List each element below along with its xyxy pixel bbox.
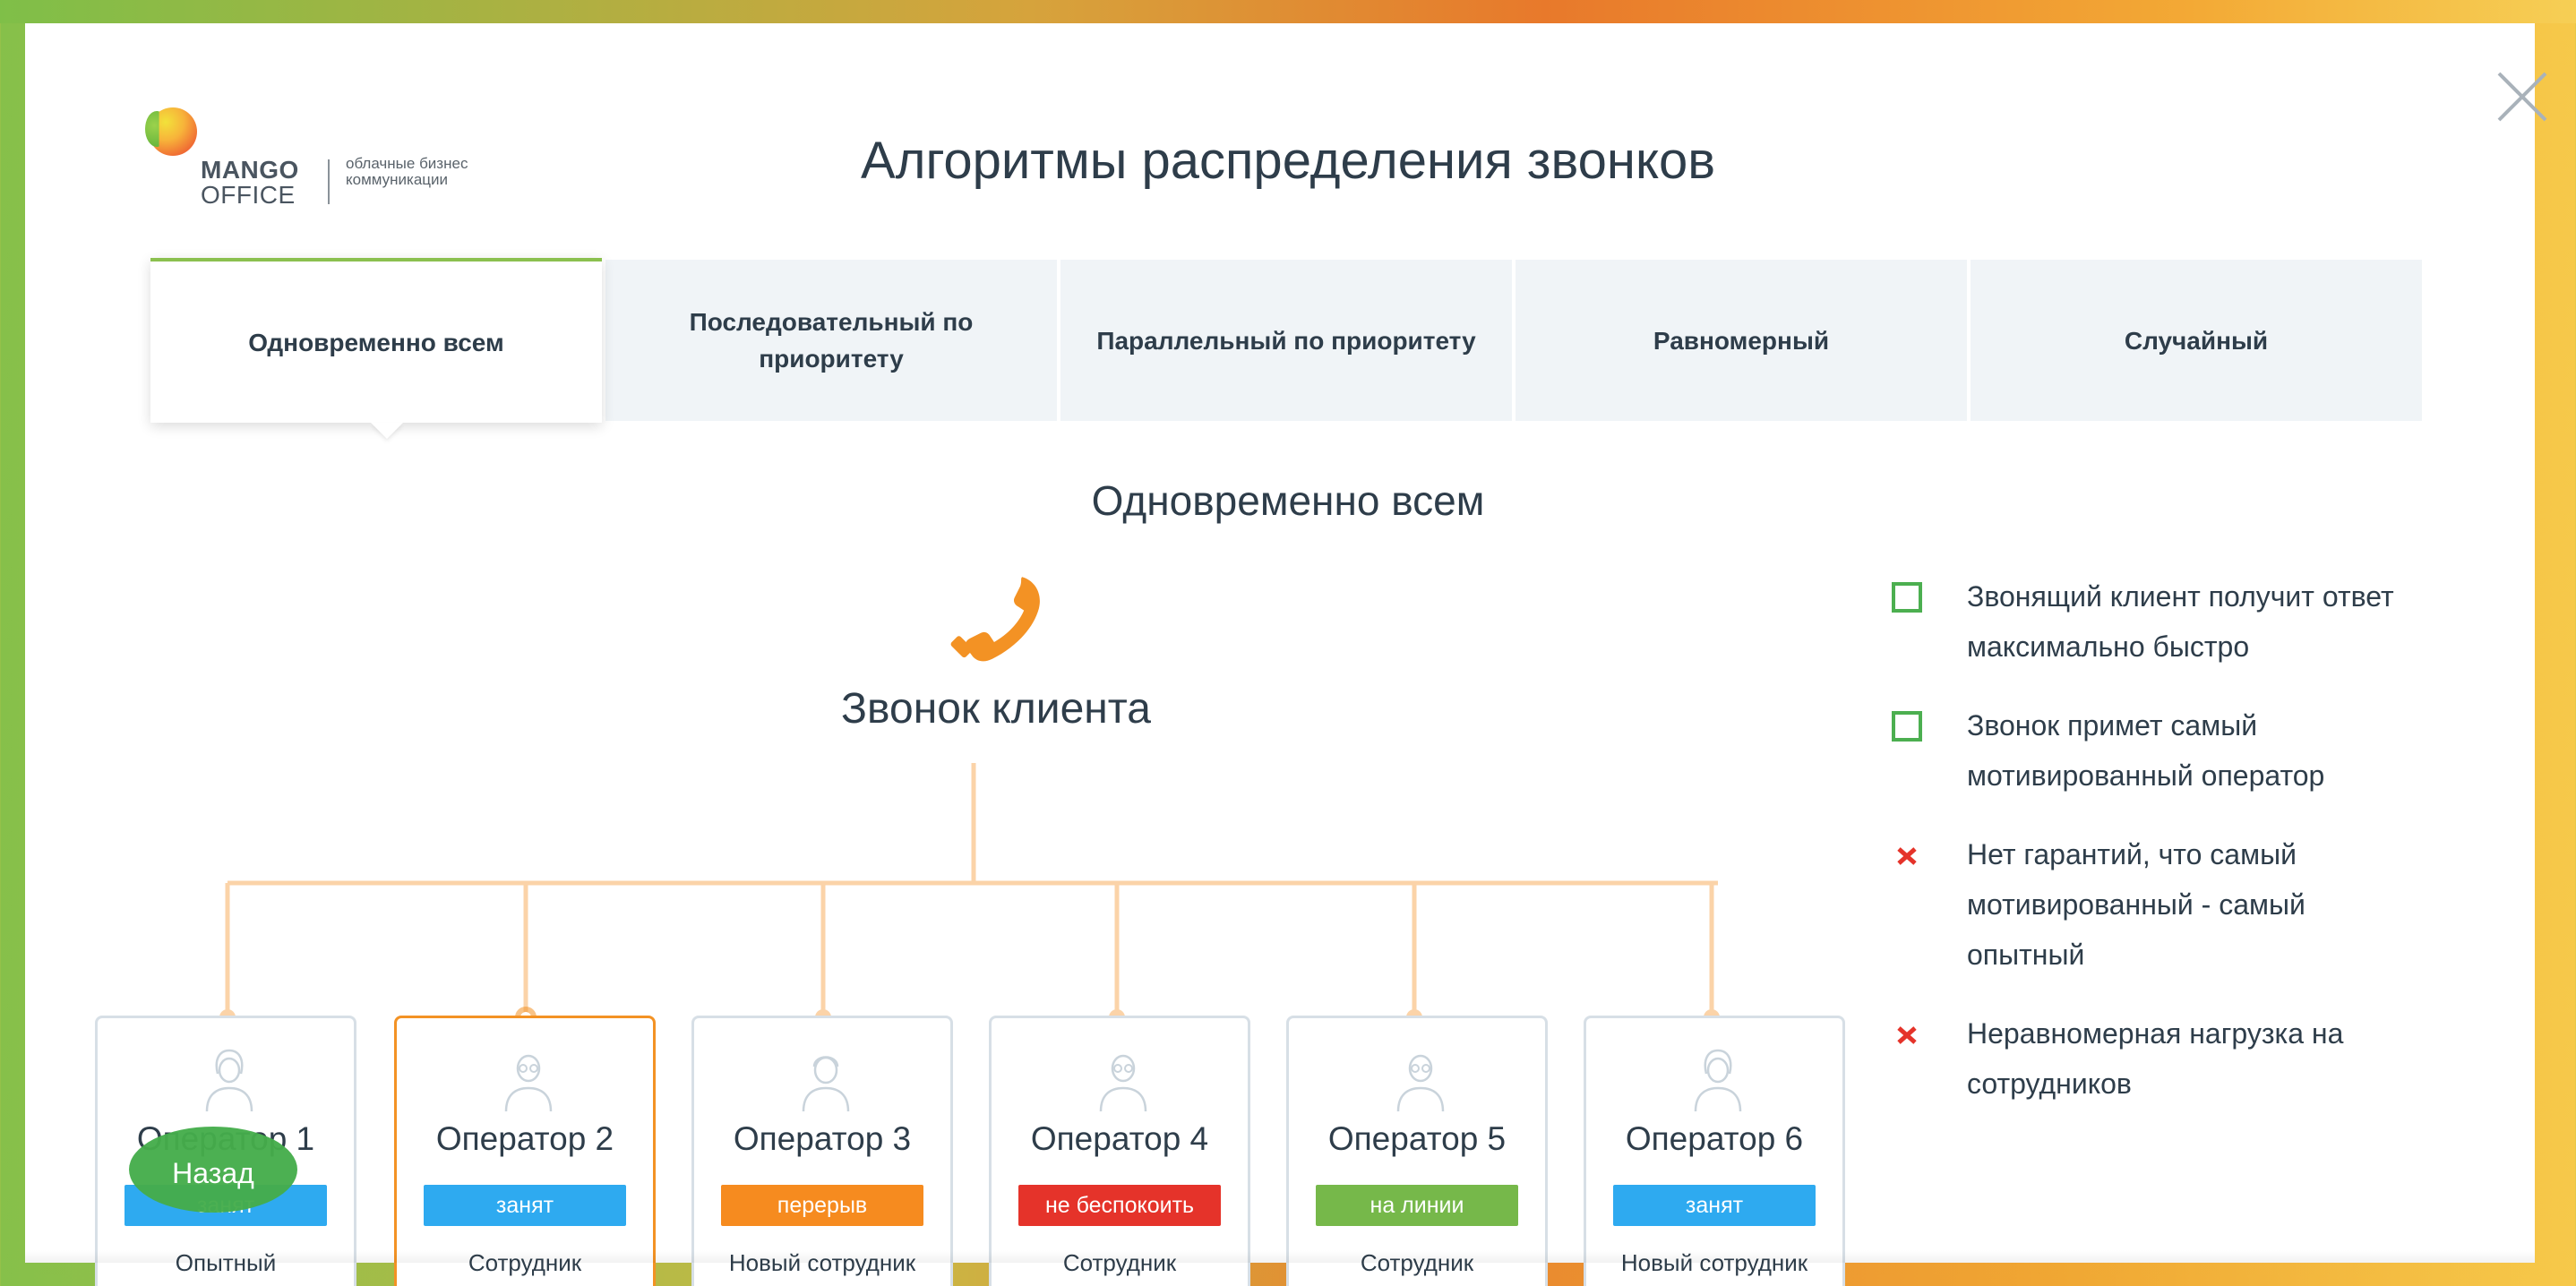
- background-frame: [0, 0, 2576, 23]
- operator-card-4[interactable]: Оператор 4 не беспокоить Сотрудник: [989, 1016, 1250, 1286]
- section-title: Одновременно всем: [1091, 477, 1485, 524]
- status-badge: перерыв: [721, 1185, 923, 1226]
- status-badge: на линии: [1316, 1185, 1518, 1226]
- tab-simultaneous[interactable]: Одновременно всем: [150, 258, 602, 423]
- feature-text: Звонящий клиент получит ответ максимальн…: [1967, 580, 2394, 663]
- cross-icon: [1897, 1026, 1917, 1044]
- male-operator-glasses-icon: [1099, 1054, 1147, 1112]
- algorithms-modal: MANGO OFFICE облачные бизнес коммуникаци…: [25, 23, 2547, 1286]
- client-call-label: Звонок клиента: [841, 685, 1151, 733]
- male-operator-icon: [802, 1056, 850, 1112]
- modal-bottom-shadow: [25, 1250, 2535, 1263]
- status-badge: занят: [1613, 1185, 1816, 1226]
- checkbox-icon: [1892, 711, 1922, 742]
- operator-name: Оператор 3: [733, 1120, 912, 1157]
- female-operator-icon: [1694, 1049, 1742, 1112]
- operator-card-5[interactable]: Оператор 5 на линии Сотрудник: [1286, 1016, 1548, 1286]
- operator-card-6[interactable]: Оператор 6 занят Новый сотрудник: [1584, 1016, 1845, 1286]
- back-button[interactable]: Назад: [129, 1127, 297, 1213]
- operator-name: Оператор 2: [435, 1120, 614, 1157]
- checkbox-icon: [1892, 582, 1922, 613]
- male-operator-glasses-icon: [1396, 1054, 1445, 1112]
- feature-item-con: Нет гарантий, что самый мотивированный -…: [1892, 829, 2429, 980]
- tab-uniform[interactable]: Равномерный: [1516, 260, 1967, 421]
- status-badge: не беспокоить: [1018, 1185, 1221, 1226]
- features-list: Звонящий клиент получит ответ максимальн…: [1892, 571, 2429, 1137]
- cross-icon: [1897, 847, 1917, 865]
- feature-text: Нет гарантий, что самый мотивированный -…: [1967, 838, 2306, 971]
- feature-item-pro: Звонок примет самый мотивированный опера…: [1892, 700, 2429, 801]
- tab-random[interactable]: Случайный: [1971, 260, 2422, 421]
- algorithm-tabs: Одновременно всем Последовательный по пр…: [150, 258, 2422, 423]
- status-badge: занят: [424, 1185, 626, 1226]
- close-icon[interactable]: [2495, 70, 2549, 124]
- feature-item-con: Неравномерная нагрузка на сотрудников: [1892, 1008, 2429, 1109]
- operator-name: Оператор 5: [1327, 1120, 1507, 1157]
- page-title: Алгоритмы распределения звонков: [860, 132, 1716, 190]
- operator-name: Оператор 6: [1625, 1120, 1804, 1157]
- operator-card-3[interactable]: Оператор 3 перерыв Новый сотрудник: [691, 1016, 953, 1286]
- feature-item-pro: Звонящий клиент получит ответ максимальн…: [1892, 571, 2429, 672]
- call-distribution-lines: [219, 763, 1720, 1026]
- operator-card-2[interactable]: Оператор 2 занят Сотрудник: [394, 1016, 656, 1286]
- male-operator-glasses-icon: [504, 1054, 553, 1112]
- tab-parallel-priority[interactable]: Параллельный по приоритету: [1060, 260, 1512, 421]
- operator-name: Оператор 4: [1030, 1120, 1209, 1157]
- feature-text: Неравномерная нагрузка на сотрудников: [1967, 1017, 2344, 1100]
- feature-text: Звонок примет самый мотивированный опера…: [1967, 709, 2325, 792]
- female-operator-icon: [205, 1049, 253, 1112]
- tab-sequential-priority[interactable]: Последовательный по приоритету: [605, 260, 1057, 421]
- phone-icon: [950, 577, 1040, 662]
